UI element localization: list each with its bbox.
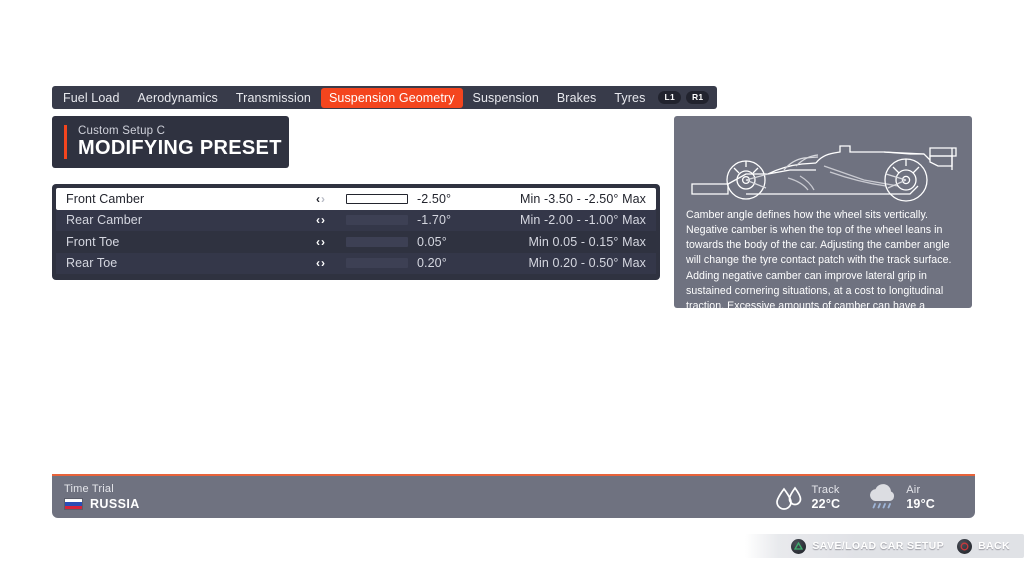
tab-label: Aerodynamics: [137, 90, 218, 105]
decrease-arrow-icon[interactable]: ‹: [316, 214, 320, 226]
setting-slider[interactable]: [346, 215, 408, 226]
setting-label: Rear Toe: [66, 256, 118, 271]
setup-screen: Fuel Load Aerodynamics Transmission Susp…: [0, 0, 1024, 576]
setting-row-front-toe[interactable]: Front Toe ‹ › 0.05° Min 0.05 - 0.15° Max: [56, 231, 656, 253]
setting-range: Min 0.20 - 0.50° Max: [528, 256, 646, 271]
triangle-button-icon: [791, 538, 807, 554]
info-panel: Camber angle defines how the wheel sits …: [674, 116, 972, 327]
tab-tyres[interactable]: Tyres: [605, 86, 654, 109]
preset-subtitle: Custom Setup C: [78, 125, 166, 137]
value-steppers: ‹ ›: [316, 214, 342, 226]
setting-range: Min -3.50 - -2.50° Max: [520, 191, 646, 206]
setting-label: Rear Camber: [66, 213, 143, 228]
page-title: MODIFYING PRESET: [78, 137, 282, 159]
category-tab-bar: Fuel Load Aerodynamics Transmission Susp…: [52, 86, 718, 109]
preset-header: Custom Setup C MODIFYING PRESET: [52, 116, 289, 168]
status-footer: Time Trial RUSSIA Track 22°C Air 19°C: [52, 474, 975, 518]
value-steppers: ‹ ›: [316, 193, 342, 205]
setting-slider[interactable]: [346, 236, 408, 247]
setting-slider[interactable]: [346, 258, 408, 269]
weather-label: Air: [906, 483, 921, 496]
setting-value: 0.05°: [417, 234, 447, 249]
rain-cloud-icon: [866, 483, 898, 511]
tab-transmission[interactable]: Transmission: [227, 86, 320, 109]
setting-row-rear-camber[interactable]: Rear Camber ‹ › -1.70° Min -2.00 - -1.00…: [56, 209, 656, 231]
tab-label: Suspension Geometry: [328, 90, 455, 105]
tab-suspension-geometry[interactable]: Suspension Geometry: [320, 87, 463, 108]
weather-value: 22°C: [811, 496, 841, 511]
f1-car-side-profile-icon: [674, 116, 972, 202]
air-temperature: Air 19°C: [866, 483, 935, 511]
weather-info: Track 22°C Air 19°C: [774, 483, 975, 511]
weather-value: 19°C: [906, 496, 935, 511]
tab-label: Suspension: [472, 90, 539, 105]
setting-value: -1.70°: [417, 213, 452, 228]
accent-bar: [64, 125, 67, 159]
setting-value: -2.50°: [417, 191, 452, 206]
increase-arrow-icon[interactable]: ›: [321, 257, 325, 269]
tab-label: Fuel Load: [63, 90, 120, 105]
r1-bumper-icon[interactable]: R1: [685, 91, 710, 104]
value-steppers: ‹ ›: [316, 236, 342, 248]
setup-settings-panel: Front Camber ‹ › -2.50° Min -3.50 - -2.5…: [52, 184, 660, 280]
prompt-label: SAVE/LOAD CAR SETUP: [812, 540, 945, 552]
setting-value: 0.20°: [417, 256, 447, 271]
tab-label: Brakes: [556, 90, 597, 105]
tab-label: Tyres: [614, 90, 646, 105]
increase-arrow-icon[interactable]: ›: [321, 214, 325, 226]
setting-label: Front Toe: [66, 234, 120, 249]
save-load-car-setup-prompt[interactable]: SAVE/LOAD CAR SETUP: [791, 538, 945, 554]
track-temperature: Track 22°C: [774, 483, 841, 511]
setting-slider[interactable]: [346, 193, 408, 204]
increase-arrow-icon[interactable]: ›: [321, 193, 325, 205]
setting-description: Camber angle defines how the wheel sits …: [686, 209, 952, 327]
setting-row-rear-toe[interactable]: Rear Toe ‹ › 0.20° Min 0.20 - 0.50° Max: [56, 252, 656, 274]
value-steppers: ‹ ›: [316, 257, 342, 269]
back-prompt[interactable]: BACK: [957, 538, 1010, 554]
weather-label: Track: [811, 483, 840, 496]
setting-label: Front Camber: [66, 191, 145, 206]
tab-fuel-load[interactable]: Fuel Load: [54, 86, 129, 109]
tab-aerodynamics[interactable]: Aerodynamics: [129, 86, 227, 109]
tab-brakes[interactable]: Brakes: [548, 86, 606, 109]
session-mode: Time Trial: [64, 483, 114, 495]
session-info: Time Trial RUSSIA: [52, 483, 140, 511]
setting-row-front-camber[interactable]: Front Camber ‹ › -2.50° Min -3.50 - -2.5…: [56, 188, 656, 210]
tab-label: Transmission: [235, 90, 311, 105]
decrease-arrow-icon[interactable]: ‹: [316, 236, 320, 248]
bumper-hints: L1 R1: [654, 86, 715, 109]
water-drops-icon: [774, 483, 804, 511]
l1-bumper-icon[interactable]: L1: [658, 91, 681, 104]
increase-arrow-icon[interactable]: ›: [321, 236, 325, 248]
button-prompt-bar: SAVE/LOAD CAR SETUP BACK: [745, 534, 1024, 558]
setting-range: Min 0.05 - 0.15° Max: [528, 234, 646, 249]
decrease-arrow-icon[interactable]: ‹: [316, 193, 320, 205]
setting-range: Min -2.00 - -1.00° Max: [520, 213, 646, 228]
russia-flag-icon: [64, 498, 83, 510]
track-country: RUSSIA: [90, 497, 140, 511]
prompt-label: BACK: [978, 540, 1010, 552]
tab-suspension[interactable]: Suspension: [464, 86, 548, 109]
decrease-arrow-icon[interactable]: ‹: [316, 257, 320, 269]
circle-button-icon: [957, 538, 973, 554]
